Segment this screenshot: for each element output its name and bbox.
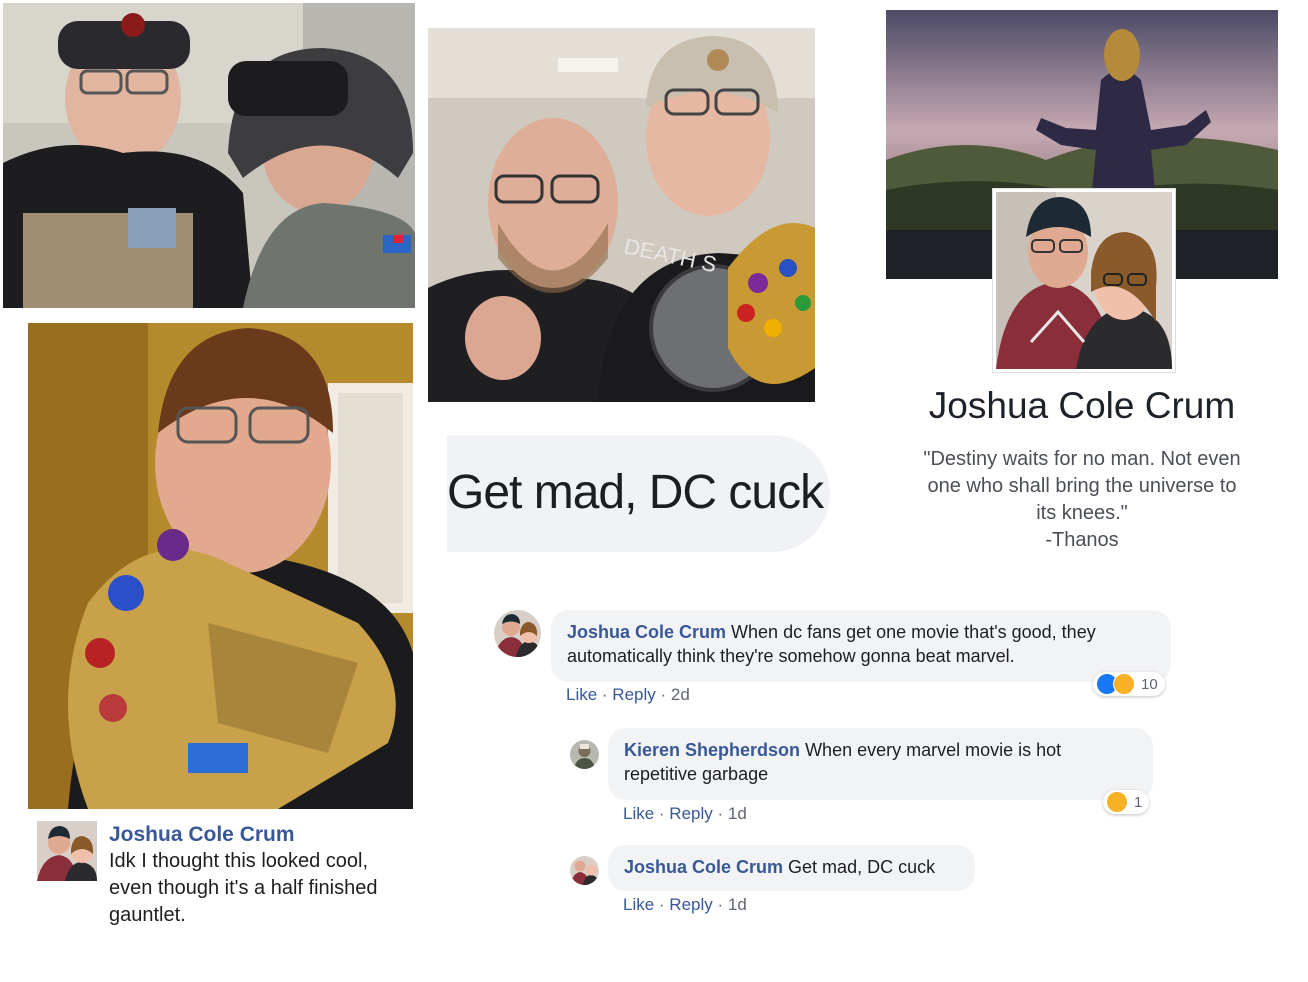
- comment-author-link[interactable]: Kieren Shepherdson: [624, 740, 800, 760]
- haha-icon: [1106, 791, 1128, 813]
- commenter-avatar[interactable]: [570, 856, 599, 885]
- comment-bubble: Kieren Shepherdson When every marvel mov…: [608, 728, 1153, 800]
- post-author-name[interactable]: Joshua Cole Crum: [109, 822, 295, 848]
- quote-line: one who shall bring the universe to: [927, 475, 1237, 497]
- reply-link[interactable]: Reply: [669, 804, 712, 823]
- commenter-avatar[interactable]: [494, 610, 541, 657]
- post-author-avatar[interactable]: [37, 821, 97, 881]
- quote-line: its knees.": [1036, 502, 1128, 524]
- reaction-count: 10: [1141, 675, 1158, 693]
- reply-link[interactable]: Reply: [612, 685, 655, 704]
- comment-timestamp[interactable]: 1d: [728, 804, 747, 823]
- comment-actions: Like · Reply · 1d: [623, 804, 747, 823]
- comment-actions: Like · Reply · 2d: [566, 685, 690, 704]
- quote-attribution: -Thanos: [1045, 529, 1119, 551]
- comment-author-link[interactable]: Joshua Cole Crum: [624, 857, 783, 877]
- reaction-count: 1: [1134, 793, 1143, 811]
- like-link[interactable]: Like: [566, 685, 597, 704]
- comment-timestamp[interactable]: 2d: [671, 685, 690, 704]
- zoomed-comment-bubble: Get mad, DC cuck: [447, 435, 830, 552]
- reaction-summary[interactable]: 10: [1093, 672, 1165, 696]
- comment-text: Get mad, DC cuck: [788, 857, 936, 877]
- comment-timestamp[interactable]: 1d: [728, 895, 747, 914]
- cosplay-photo-top-left: [3, 3, 415, 308]
- comment-bubble: Joshua Cole Crum Get mad, DC cuck: [608, 845, 975, 891]
- zoomed-comment-text: Get mad, DC cuck: [447, 466, 824, 519]
- reaction-summary[interactable]: 1: [1103, 790, 1150, 814]
- gauntlet-selfie-photo: [28, 323, 413, 809]
- like-link[interactable]: Like: [623, 895, 654, 914]
- profile-name: Joshua Cole Crum: [928, 385, 1236, 426]
- commenter-avatar[interactable]: [570, 740, 599, 769]
- post-text: Idk I thought this looked cool, even tho…: [109, 850, 378, 926]
- comment-bubble: Joshua Cole Crum When dc fans get one mo…: [551, 610, 1171, 682]
- comment-actions: Like · Reply · 1d: [623, 895, 747, 914]
- reply-link[interactable]: Reply: [669, 895, 712, 914]
- quote-line: "Destiny waits for no man. Not even: [923, 448, 1241, 470]
- like-link[interactable]: Like: [623, 804, 654, 823]
- haha-icon: [1113, 673, 1135, 695]
- profile-picture[interactable]: [993, 189, 1175, 372]
- gauntlet-photo-top-center: DEATH S: [428, 28, 815, 402]
- profile-bio-quote: "Destiny waits for no man. Not even one …: [900, 446, 1264, 554]
- comment-author-link[interactable]: Joshua Cole Crum: [567, 622, 726, 642]
